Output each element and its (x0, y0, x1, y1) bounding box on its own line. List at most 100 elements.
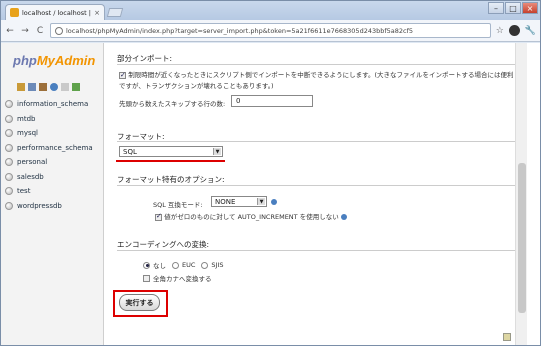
radio-button[interactable] (201, 261, 209, 269)
info-icon[interactable] (271, 199, 277, 205)
format-select[interactable]: SQL ▼ (119, 146, 223, 157)
logo-my: My (36, 53, 55, 68)
tab-title: localhost / localhost | php (22, 8, 91, 17)
forward-arrow-icon[interactable]: → (20, 26, 30, 36)
encoding-option-sjis[interactable]: SJIS (201, 261, 224, 269)
console-icon[interactable] (503, 333, 511, 341)
wrench-icon[interactable]: 🔧 (525, 26, 536, 36)
logo-php: php (13, 53, 37, 68)
page-icon (55, 26, 63, 35)
encoding-option-none[interactable]: なし (143, 260, 166, 270)
dropdown-arrow-icon: ▼ (213, 148, 221, 155)
minimize-button[interactable]: – (488, 2, 504, 14)
phpmyadmin-favicon-icon (10, 8, 19, 17)
database-name: mysql (17, 129, 38, 138)
radio-button[interactable] (172, 261, 179, 269)
tab-close-icon[interactable]: × (94, 9, 100, 17)
format-selected-value: SQL (123, 147, 137, 156)
docs-icon[interactable] (61, 83, 69, 91)
encoding-radio-group: なし EUC SJIS (143, 260, 224, 270)
encoding-heading: エンコーディングへの変換: (117, 240, 210, 249)
database-item[interactable]: mtdb (5, 112, 93, 127)
database-item[interactable]: personal (5, 155, 93, 170)
reload-icon[interactable]: C (35, 26, 45, 36)
divider (117, 250, 522, 251)
database-name: personal (17, 158, 48, 167)
window-controls: – □ × (488, 2, 538, 14)
database-icon (5, 100, 13, 109)
home-icon[interactable] (17, 83, 25, 91)
navigation-sidebar: phpMyAdmin information_schema mtdb mysql… (1, 43, 104, 345)
maximize-button[interactable]: □ (505, 2, 521, 14)
browser-toolbar: ← → C localhost/phpMyAdmin/index.php?tar… (1, 20, 540, 42)
allow-interrupt-checkbox[interactable] (119, 70, 126, 81)
allow-interrupt-row: 制限時間が近くなったときにスクリプト側でインポートを中断できるようにします。(大… (119, 70, 514, 92)
database-icon (5, 143, 13, 152)
dropdown-arrow-icon: ▼ (257, 198, 265, 205)
close-window-button[interactable]: × (522, 2, 538, 14)
encoding-option-euc[interactable]: EUC (172, 261, 195, 269)
no-auto-increment-checkbox[interactable] (155, 212, 162, 221)
database-item[interactable]: wordpressdb (5, 199, 93, 214)
sql-compat-select[interactable]: NONE ▼ (211, 196, 267, 207)
divider (117, 185, 522, 186)
database-item[interactable]: salesdb (5, 170, 93, 185)
url-text: localhost/phpMyAdmin/index.php?target=se… (66, 26, 414, 35)
format-options-heading: フォーマット特有のオプション: (117, 175, 225, 184)
encoding-option-label: なし (153, 262, 166, 270)
allow-interrupt-label: 制限時間が近くなったときにスクリプト側でインポートを中断できるようにします。(大… (119, 71, 514, 90)
format-highlight-underline (116, 160, 225, 162)
database-item[interactable]: test (5, 184, 93, 199)
database-icon (5, 114, 13, 123)
database-item[interactable]: mysql (5, 126, 93, 141)
partial-import-heading: 部分インポート: (117, 54, 173, 63)
tab-bar: localhost / localhost | php × – □ × (1, 1, 540, 20)
database-name: salesdb (17, 172, 44, 181)
database-item[interactable]: information_schema (5, 97, 93, 112)
database-icon (5, 129, 13, 138)
info-icon[interactable] (340, 214, 347, 220)
skip-rows-value: 0 (236, 97, 241, 105)
phpmyadmin-logo[interactable]: phpMyAdmin (13, 53, 95, 68)
database-icon (5, 187, 13, 196)
browser-window: localhost / localhost | php × – □ × ← → … (0, 0, 541, 346)
fullwidth-kana-row: 全角カナへ変換する (143, 273, 212, 283)
browser-tab[interactable]: localhost / localhost | php × (5, 4, 105, 20)
divider (117, 64, 522, 65)
logo-admin: Admin (54, 53, 96, 68)
database-name: wordpressdb (17, 201, 62, 210)
database-name: mtdb (17, 114, 36, 123)
database-icon (5, 158, 13, 167)
database-list: information_schema mtdb mysql performanc… (5, 97, 93, 213)
no-auto-increment-label: 値がゼロのものに対して AUTO_INCREMENT を使用しない (164, 213, 339, 221)
scrollbar-thumb[interactable] (518, 163, 526, 313)
encoding-option-label: EUC (182, 261, 196, 269)
bookmark-star-icon[interactable]: ☆ (496, 26, 504, 36)
go-button[interactable]: 実行する (119, 294, 160, 311)
extension-icon[interactable] (508, 25, 520, 36)
page-content: phpMyAdmin information_schema mtdb mysql… (1, 43, 540, 345)
encoding-option-label: SJIS (211, 261, 224, 269)
back-arrow-icon[interactable]: ← (5, 26, 15, 36)
import-main-panel: 部分インポート: 制限時間が近くなったときにスクリプト側でインポートを中断できる… (105, 43, 527, 345)
sidebar-quick-icons (17, 83, 80, 91)
database-icon (5, 201, 13, 210)
new-tab-button[interactable] (106, 8, 124, 17)
auto-increment-row: 値がゼロのものに対して AUTO_INCREMENT を使用しない (155, 211, 347, 221)
divider (117, 141, 522, 142)
vertical-scrollbar[interactable] (515, 43, 527, 345)
sql-query-icon[interactable] (39, 83, 47, 91)
reload-nav-icon[interactable] (72, 83, 80, 91)
database-item[interactable]: performance_schema (5, 141, 93, 156)
exit-icon[interactable] (28, 83, 36, 91)
database-icon (5, 172, 13, 181)
skip-rows-input[interactable]: 0 (231, 95, 313, 107)
sql-compat-value: NONE (215, 197, 236, 206)
database-name: test (17, 187, 31, 196)
help-icon[interactable] (50, 83, 58, 91)
radio-button[interactable] (143, 261, 150, 269)
sql-compat-label: SQL 互換モード: (153, 201, 203, 209)
database-name: performance_schema (17, 143, 93, 152)
fullwidth-kana-checkbox[interactable] (143, 274, 150, 282)
address-bar[interactable]: localhost/phpMyAdmin/index.php?target=se… (50, 23, 491, 38)
